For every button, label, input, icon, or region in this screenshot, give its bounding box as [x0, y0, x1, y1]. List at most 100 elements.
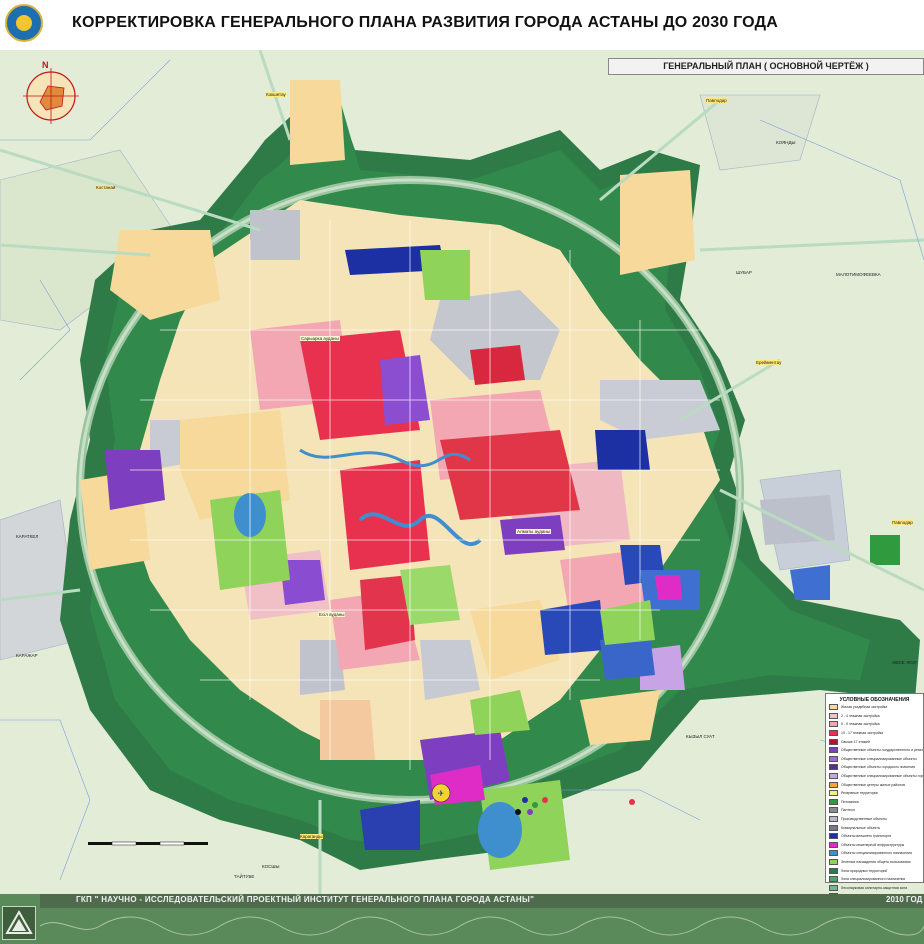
legend-swatch [829, 747, 838, 754]
road-sign-kokshetau: Кокшетау [266, 92, 286, 97]
legend-swatch [829, 738, 838, 745]
legend-label: 2 - 4 этажная застройка [841, 713, 880, 718]
legend-swatch [829, 833, 838, 840]
legend-label: Объекты инженерной инфраструктуры [841, 842, 905, 847]
legend-item: Объекты внешнего транспорта [826, 832, 923, 841]
legend-label: Зеленые насаждения общего пользования [841, 859, 911, 864]
scale-bar [88, 836, 208, 854]
legend-label: Общественные специализированные объекты … [841, 774, 923, 779]
compass-icon [18, 64, 84, 124]
place-label-kosshy: КОСШЫ [262, 864, 280, 869]
legend-label: 10 - 17 этажная застройка [841, 731, 884, 736]
legend-label: Коммунальные объекты [841, 825, 881, 830]
legend-swatch [829, 816, 838, 823]
place-label-kyzyl-suat: КЫЗЫЛ СУАТ [686, 734, 715, 739]
ornament-pattern [40, 916, 924, 936]
map-legend: УСЛОВНЫЕ ОБОЗНАЧЕНИЯ Жилая усадебная зас… [825, 693, 924, 900]
legend-rows: Жилая усадебная застройка 2 - 4 этажная з… [826, 703, 923, 901]
legend-label: Питомники [841, 799, 859, 804]
legend-label: Зона природных территорий [841, 868, 888, 873]
place-label-karazhar: КАРАЖАР [16, 653, 38, 658]
place-label-shubar: ШУБАР [736, 270, 752, 275]
legend-label: Общественные специализированные объекты [841, 756, 917, 761]
road-sign-karaganda: Караганды [300, 834, 323, 839]
emblem-icon [5, 4, 43, 42]
legend-item: Объекты инженерной инфраструктуры [826, 841, 923, 850]
road-sign-pavlodar-north: Павлодар [706, 98, 727, 103]
legend-swatch [829, 884, 838, 891]
legend-label: Общественные объекты городского значения [841, 765, 915, 770]
legend-swatch [829, 712, 838, 719]
legend-swatch [829, 824, 838, 831]
legend-label: Резервные территории [841, 791, 879, 796]
legend-swatch [829, 704, 838, 711]
legend-label: Общественные объекты государственного и … [841, 748, 923, 753]
legend-item: Общественные специализированные объекты [826, 755, 923, 764]
legend-swatch [829, 876, 838, 883]
legend-swatch [829, 858, 838, 865]
district-label-saryarka: Сарыарка ауданы [300, 336, 340, 341]
legend-item: Жилая усадебная застройка [826, 703, 923, 712]
legend-label: Зона специализированного назначения [841, 877, 906, 882]
legend-label: Производственные объекты [841, 817, 887, 822]
legend-swatch [829, 721, 838, 728]
legend-item: Резервные территории [826, 789, 923, 798]
legend-item: Лесопарковая санитарно-защитная зона [826, 883, 923, 892]
map-canvas[interactable]: ✈ КОЯНДЫ ШУБАР МАЛОТИМОФЕЕВКА КАРАТКЕЛ К… [0, 50, 924, 894]
legend-item: Общественные центры жилых районов [826, 780, 923, 789]
road-sign-kostanay: Костанай [96, 185, 116, 190]
road-sign-pavlodar-east: Павлодар [892, 520, 913, 525]
legend-item: Зона природных территорий [826, 866, 923, 875]
district-label-almaty: Алматы ауданы [516, 529, 552, 534]
legend-item: Объекты специализированного назначения [826, 849, 923, 858]
compass-north-label: N [42, 60, 49, 70]
city-master-plan-map: ✈ [0, 50, 924, 894]
plan-caption: ГЕНЕРАЛЬНЫЙ ПЛАН ( ОСНОВНОЙ ЧЕРТЁЖ ) [608, 58, 924, 75]
legend-label: Лесопарковая санитарно-защитная зона [841, 885, 908, 890]
place-label-taytube: ТАЙТУБЕ [234, 874, 255, 879]
legend-swatch [829, 850, 838, 857]
legend-item: Производственные объекты [826, 815, 923, 824]
legend-item: Общественные объекты городского значения [826, 763, 923, 772]
place-label-karatkel: КАРАТКЕЛ [16, 534, 39, 539]
legend-swatch [829, 841, 838, 848]
legend-swatch [829, 867, 838, 874]
legend-item: Коммунальные объекты [826, 823, 923, 832]
legend-swatch [829, 798, 838, 805]
place-label-malotimofeevka: МАЛОТИМОФЕЕВКА [836, 272, 881, 277]
district-label-esil: Есіл ауданы [318, 612, 346, 617]
legend-swatch [829, 781, 838, 788]
legend-item: Общественные объекты государственного и … [826, 746, 923, 755]
legend-swatch [829, 764, 838, 771]
legend-item: Зона специализированного назначения [826, 875, 923, 884]
legend-label: Жилая усадебная застройка [841, 705, 888, 710]
footer-institute-text: ГКП " НАУЧНО - ИССЛЕДОВАТЕЛЬСКИЙ ПРОЕКТН… [76, 895, 535, 904]
legend-item: Зеленые насаждения общего пользования [826, 858, 923, 867]
place-label-zheke-zhol: ЖЕКЕ ЖОЛ [892, 660, 917, 665]
legend-swatch [829, 730, 838, 737]
legend-item: Общественные специализированные объекты … [826, 772, 923, 781]
legend-item: 10 - 17 этажная застройка [826, 729, 923, 738]
legend-swatch [829, 755, 838, 762]
legend-swatch [829, 790, 838, 797]
legend-label: Объекты внешнего транспорта [841, 834, 892, 839]
svg-text:✈: ✈ [438, 789, 445, 798]
legend-item: 5 - 9 этажная застройка [826, 720, 923, 729]
legend-title: УСЛОВНЫЕ ОБОЗНАЧЕНИЯ [839, 697, 910, 703]
legend-swatch [829, 807, 838, 814]
legend-label: Общественные центры жилых районов [841, 782, 905, 787]
legend-item: Свыше 17 этажей [826, 737, 923, 746]
legend-swatch [829, 773, 838, 780]
institute-logo-icon [2, 906, 36, 940]
road-sign-ereymentau: Ерейментау [756, 360, 782, 365]
legend-label: Пантеон [841, 808, 855, 813]
header: КОРРЕКТИРОВКА ГЕНЕРАЛЬНОГО ПЛАНА РАЗВИТИ… [0, 0, 924, 50]
legend-item: 2 - 4 этажная застройка [826, 712, 923, 721]
legend-label: Объекты специализированного назначения [841, 851, 912, 856]
footer-year: 2010 ГОД [886, 895, 923, 904]
legend-item: Питомники [826, 798, 923, 807]
place-label-koyandy: КОЯНДЫ [776, 140, 796, 145]
legend-label: 5 - 9 этажная застройка [841, 722, 880, 727]
legend-label: Свыше 17 этажей [841, 739, 870, 744]
legend-item: Пантеон [826, 806, 923, 815]
